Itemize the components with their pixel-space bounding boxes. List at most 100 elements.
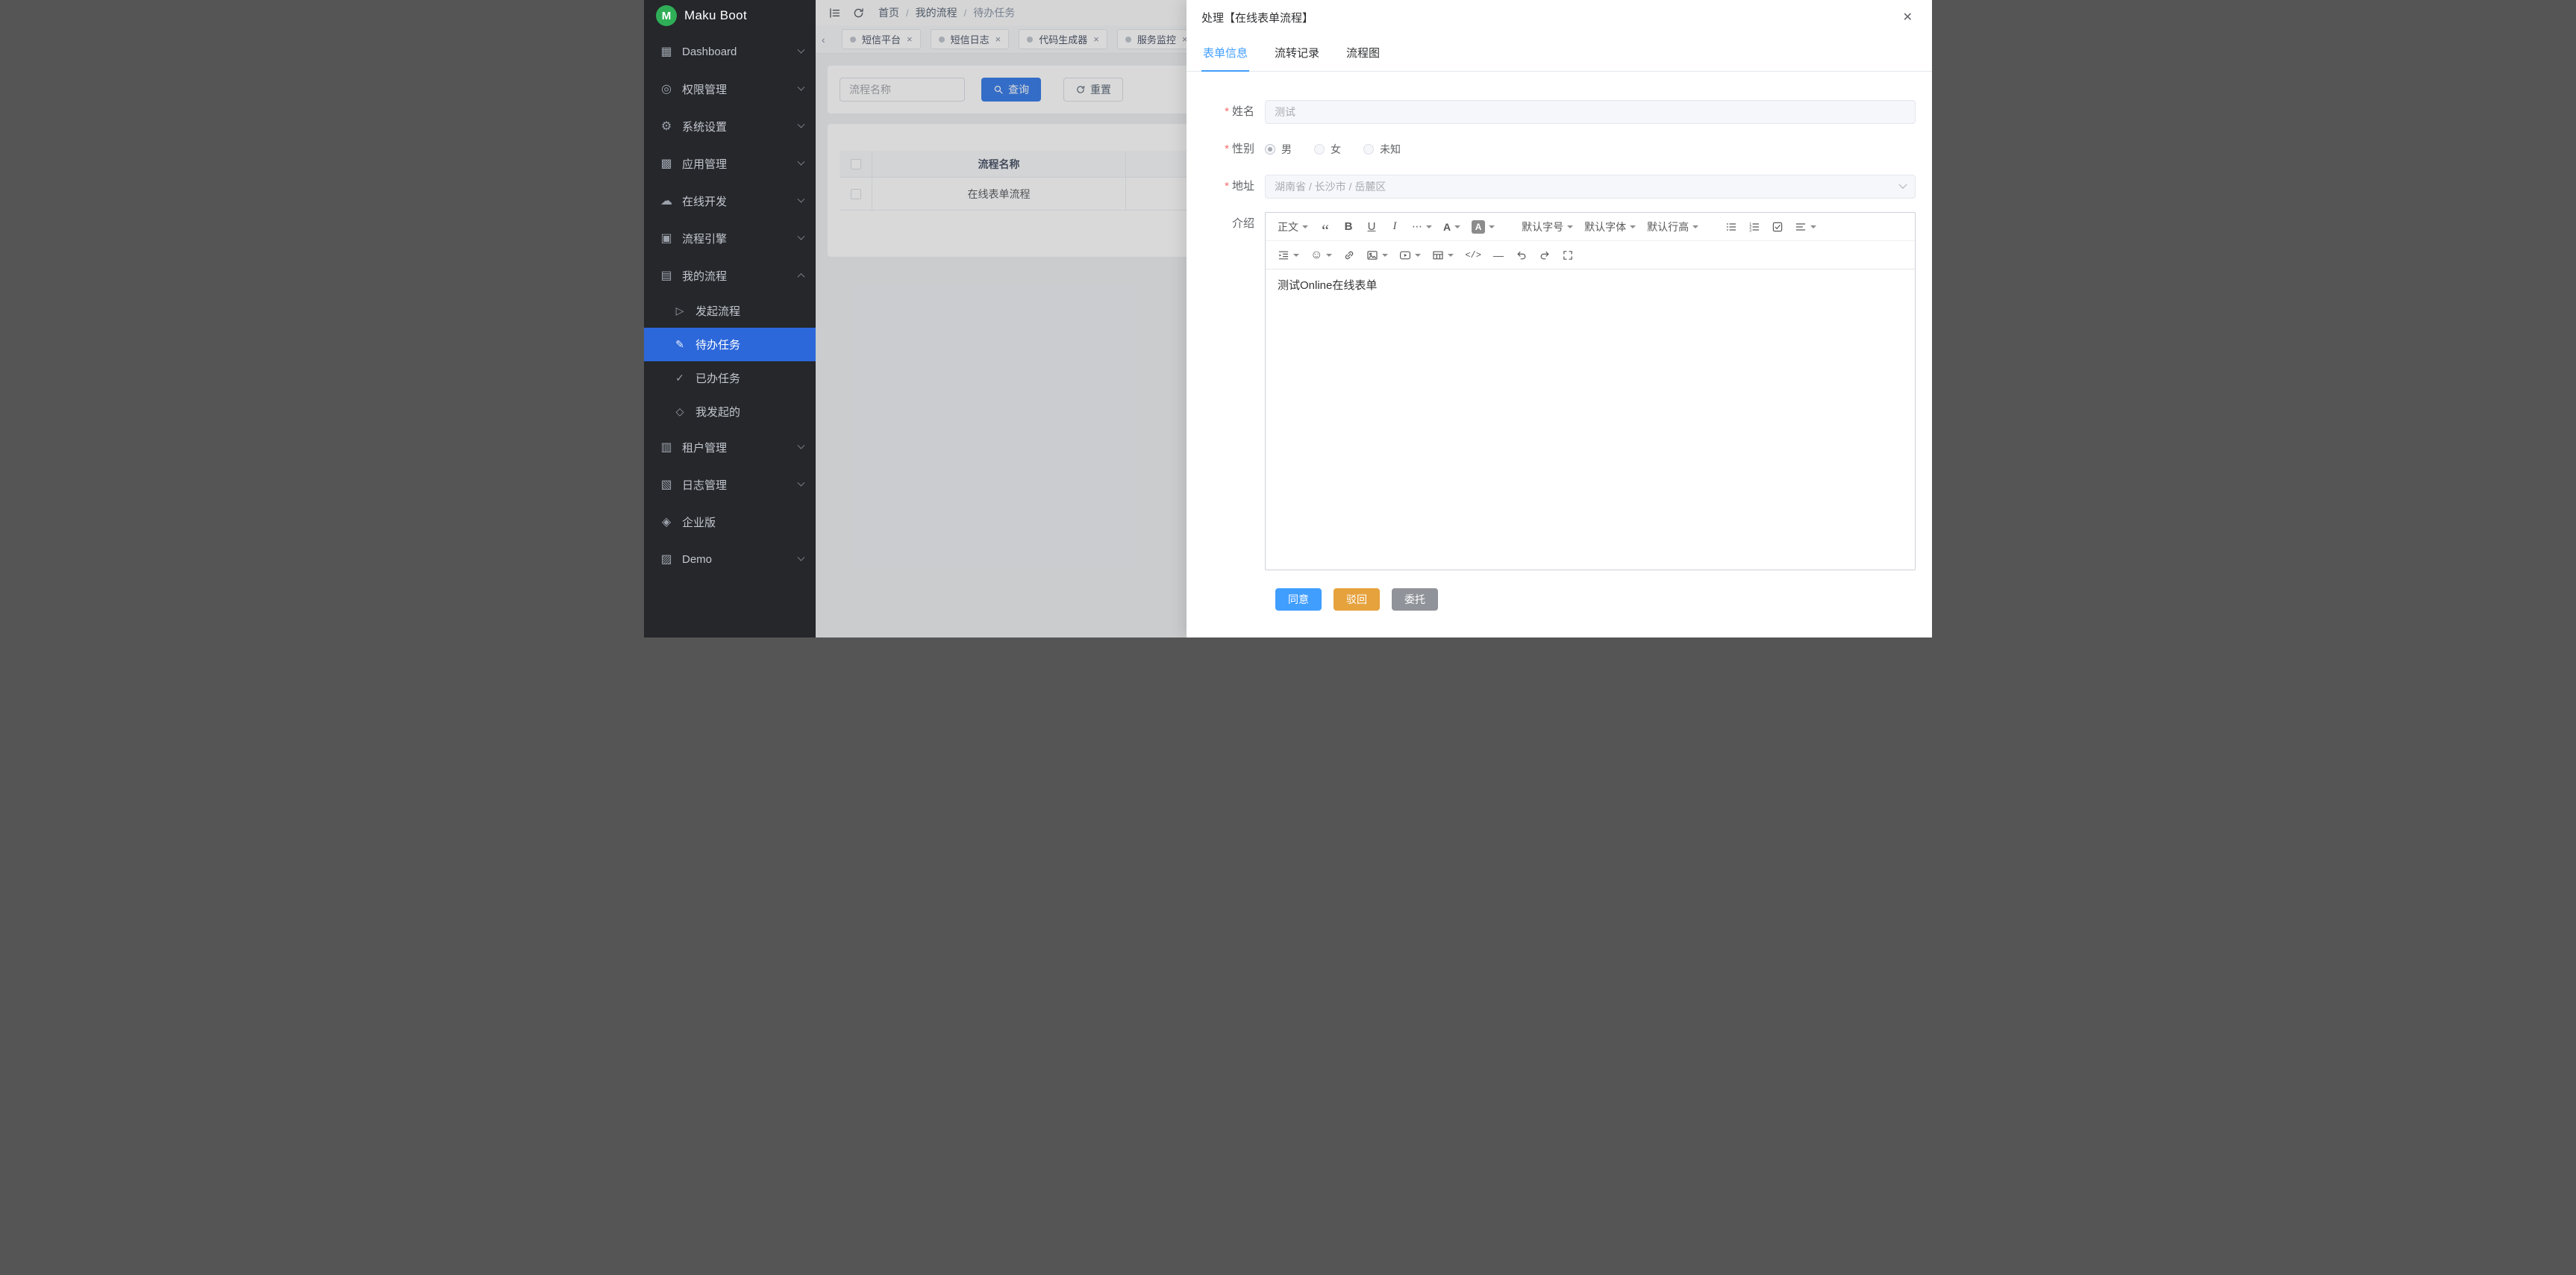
more-style-select[interactable]: ⋯ xyxy=(1407,216,1437,237)
bold-icon[interactable]: B xyxy=(1338,216,1359,237)
caret-icon xyxy=(1454,225,1460,231)
reject-button[interactable]: 驳回 xyxy=(1334,588,1380,611)
caret-icon xyxy=(1426,225,1432,231)
bg-color-select[interactable]: A xyxy=(1467,216,1499,237)
log-icon: ▧ xyxy=(659,477,674,492)
sidebar-item-permissions[interactable]: ◎ 权限管理 xyxy=(644,70,816,107)
todo-list-icon[interactable] xyxy=(1767,216,1788,237)
editor-content[interactable]: 测试Online在线表单 xyxy=(1266,269,1915,570)
name-field[interactable] xyxy=(1265,100,1916,124)
gender-label: 性别 xyxy=(1187,137,1265,161)
table-select[interactable] xyxy=(1428,245,1458,266)
align-select[interactable] xyxy=(1790,216,1821,237)
italic-icon[interactable]: I xyxy=(1384,216,1405,237)
sidebar-item-enterprise[interactable]: ◈ 企业版 xyxy=(644,503,816,540)
sidebar-item-system-settings[interactable]: ⚙ 系统设置 xyxy=(644,107,816,145)
tenant-icon: ▥ xyxy=(659,440,674,455)
permission-icon: ◎ xyxy=(659,81,674,96)
font-size-select[interactable]: 默认字号 xyxy=(1517,216,1578,237)
form-row-gender: 性别 男 女 未知 xyxy=(1187,137,1916,161)
svg-text:3: 3 xyxy=(1749,228,1751,233)
undo-icon[interactable] xyxy=(1511,245,1532,266)
emoji-select[interactable]: ☺ xyxy=(1306,245,1337,266)
task-handle-drawer: 处理【在线表单流程】 ✕ 表单信息 流转记录 流程图 姓名 性别 男 xyxy=(1187,0,1932,638)
chevron-down-icon xyxy=(798,158,805,165)
drawer-actions: 同意 驳回 委托 xyxy=(1275,588,1916,611)
dashboard-icon: ▦ xyxy=(659,44,674,59)
sidebar-item-my-flows[interactable]: ▤ 我的流程 xyxy=(644,257,816,294)
line-height-select[interactable]: 默认行高 xyxy=(1642,216,1703,237)
caret-icon xyxy=(1293,254,1299,260)
close-icon[interactable]: ✕ xyxy=(1903,10,1913,25)
fullscreen-icon[interactable] xyxy=(1557,245,1578,266)
radio-unknown[interactable]: 未知 xyxy=(1363,142,1401,157)
enterprise-icon: ◈ xyxy=(659,514,674,529)
delegate-button[interactable]: 委托 xyxy=(1392,588,1438,611)
chevron-down-icon xyxy=(798,553,805,561)
app-screen: M Maku Boot ▦ Dashboard ◎ 权限管理 ⚙ 系统设置 ▩ … xyxy=(644,0,1932,638)
chevron-down-icon xyxy=(798,232,805,240)
form-row-intro: 介绍 正文 “ B U I ⋯ xyxy=(1187,212,1916,570)
caret-icon xyxy=(1810,225,1816,231)
chevron-down-icon xyxy=(798,120,805,128)
sidebar-item-app-management[interactable]: ▩ 应用管理 xyxy=(644,145,816,182)
sidebar-item-my-initiated[interactable]: ◇ 我发起的 xyxy=(644,395,816,428)
sidebar-item-done-tasks[interactable]: ✓ 已办任务 xyxy=(644,361,816,395)
font-color-select[interactable]: A xyxy=(1439,216,1465,237)
caret-icon xyxy=(1630,225,1636,231)
sidebar-item-todo-tasks[interactable]: ✎ 待办任务 xyxy=(644,328,816,361)
font-family-select[interactable]: 默认字体 xyxy=(1580,216,1640,237)
drawer-title: 处理【在线表单流程】 xyxy=(1201,10,1313,25)
radio-icon xyxy=(1265,144,1275,155)
form-row-address: 地址 湖南省 / 长沙市 / 岳麓区 xyxy=(1187,175,1916,199)
video-select[interactable] xyxy=(1395,245,1425,266)
tab-flow-diagram[interactable]: 流程图 xyxy=(1345,45,1381,71)
code-icon[interactable]: </> xyxy=(1460,245,1486,266)
underline-icon[interactable]: U xyxy=(1361,216,1382,237)
drawer-tabs: 表单信息 流转记录 流程图 xyxy=(1187,34,1932,72)
sidebar-item-initiate-flow[interactable]: ▷ 发起流程 xyxy=(644,294,816,328)
divider-icon[interactable]: — xyxy=(1488,245,1509,266)
tab-flow-records[interactable]: 流转记录 xyxy=(1273,45,1321,71)
name-label: 姓名 xyxy=(1187,100,1265,124)
sidebar-item-flow-engine[interactable]: ▣ 流程引擎 xyxy=(644,219,816,257)
sidebar-item-logs[interactable]: ▧ 日志管理 xyxy=(644,466,816,503)
indent-select[interactable] xyxy=(1273,245,1304,266)
logo-text: Maku Boot xyxy=(684,8,747,23)
sidebar-item-online-dev[interactable]: ☁ 在线开发 xyxy=(644,182,816,219)
drawer-header: 处理【在线表单流程】 ✕ xyxy=(1187,0,1932,34)
agree-button[interactable]: 同意 xyxy=(1275,588,1322,611)
sidebar: M Maku Boot ▦ Dashboard ◎ 权限管理 ⚙ 系统设置 ▩ … xyxy=(644,0,816,638)
radio-female[interactable]: 女 xyxy=(1314,142,1341,157)
ordered-list-icon[interactable]: 123 xyxy=(1744,216,1765,237)
address-select[interactable]: 湖南省 / 长沙市 / 岳麓区 xyxy=(1265,175,1916,199)
sidebar-item-dashboard[interactable]: ▦ Dashboard xyxy=(644,33,816,70)
caret-icon xyxy=(1382,254,1388,260)
sidebar-item-demo[interactable]: ▨ Demo xyxy=(644,540,816,578)
drawer-body: 姓名 性别 男 女 xyxy=(1187,72,1932,611)
radio-icon xyxy=(1314,144,1325,155)
sidebar-menu: ▦ Dashboard ◎ 权限管理 ⚙ 系统设置 ▩ 应用管理 ☁ 在 xyxy=(644,33,816,578)
logo[interactable]: M Maku Boot xyxy=(644,0,816,31)
link-icon[interactable] xyxy=(1339,245,1360,266)
editor-toolbar-row-2: ☺ xyxy=(1266,241,1915,269)
radio-male[interactable]: 男 xyxy=(1265,142,1292,157)
image-select[interactable] xyxy=(1362,245,1392,266)
tab-form-info[interactable]: 表单信息 xyxy=(1201,45,1249,71)
redo-icon[interactable] xyxy=(1534,245,1555,266)
caret-icon xyxy=(1326,254,1332,260)
todo-task-icon: ✎ xyxy=(672,338,687,351)
quote-icon[interactable]: “ xyxy=(1315,216,1336,237)
my-initiated-icon: ◇ xyxy=(672,405,687,418)
sidebar-item-tenant[interactable]: ▥ 租户管理 xyxy=(644,428,816,466)
form-row-name: 姓名 xyxy=(1187,100,1916,124)
app-manage-icon: ▩ xyxy=(659,156,674,171)
chevron-down-icon xyxy=(798,83,805,90)
bullet-list-icon[interactable] xyxy=(1721,216,1742,237)
caret-icon xyxy=(1692,225,1698,231)
address-label: 地址 xyxy=(1187,175,1265,199)
online-dev-icon: ☁ xyxy=(659,193,674,208)
paragraph-style-select[interactable]: 正文 xyxy=(1273,216,1313,237)
my-flow-icon: ▤ xyxy=(659,268,674,283)
gender-radio-group: 男 女 未知 xyxy=(1265,137,1916,161)
